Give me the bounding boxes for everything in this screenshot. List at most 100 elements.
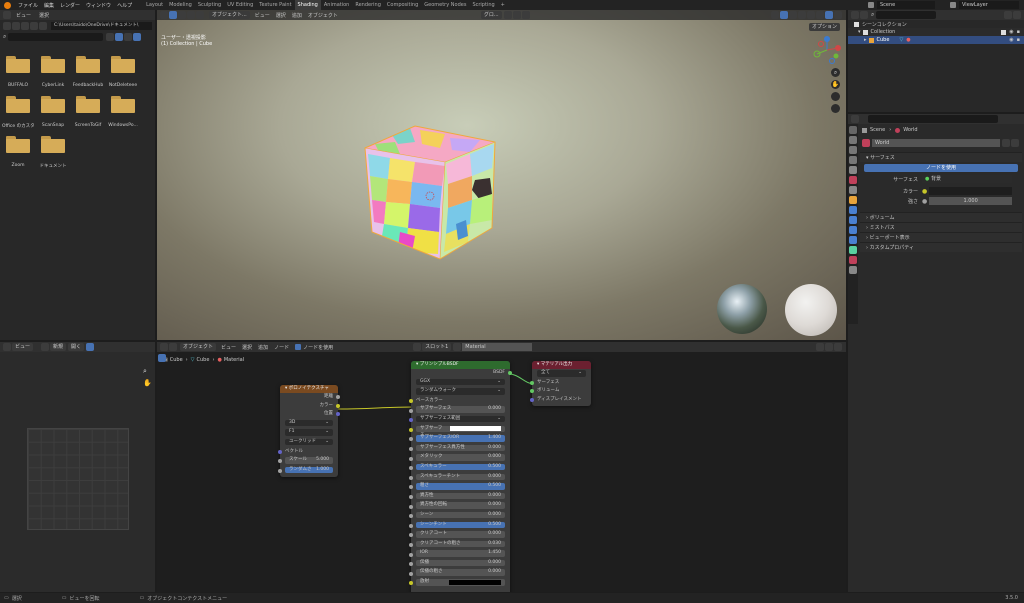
scene-tab-icon[interactable] [849,166,857,174]
editor-type-icon[interactable] [851,115,859,123]
input-socket[interactable] [530,389,534,394]
custom-properties-section-header[interactable]: › カスタムプロパティ [860,242,1022,252]
distribution-dropdown[interactable]: GGX ⌄ [416,378,505,386]
menu-select[interactable]: 選択 [35,12,53,19]
forward-arrow-icon[interactable] [12,22,20,30]
distance-metric-dropdown[interactable]: ユークリッド ⌄ [285,438,333,446]
randomness-field[interactable]: ランダムさ 1.000 [285,466,333,474]
object-mode-dropdown[interactable]: オブジェクト... [209,11,250,19]
bsdf-input-field[interactable]: シーンチント 0.500 [416,521,505,528]
file-item[interactable]: NotDeleteee [107,56,139,88]
input-socket[interactable] [409,571,413,576]
input-socket[interactable] [409,581,413,586]
bsdf-input-field[interactable]: 異方性の回転 0.000 [416,502,505,509]
outliner-search-field[interactable] [876,11,937,19]
new-image-button[interactable]: 新規 [50,343,67,351]
input-socket[interactable] [409,466,413,471]
subsurface-method-dropdown[interactable]: ランダムウォーク ⌄ [416,388,505,395]
file-item[interactable]: ScanSnap [37,96,69,128]
new-folder-icon[interactable] [39,22,47,30]
gizmo-icon[interactable] [780,11,788,19]
object-tab-icon[interactable] [849,196,857,204]
select-mode-icon[interactable] [178,11,186,19]
material-tab-icon[interactable] [849,256,857,264]
pan-hand-icon[interactable]: ✋ [831,80,840,89]
wireframe-shading-icon[interactable] [807,11,815,19]
file-item[interactable]: CyberLink [37,56,69,88]
volume-section-header[interactable]: › ボリューム [860,212,1022,222]
output-node-header[interactable]: ▾ マテリアル出力 [532,361,591,369]
path-field[interactable]: C:\Users\taido\OneDrive\ドキュメント\ [51,22,152,30]
refresh-icon[interactable] [30,22,38,30]
bsdf-input-field[interactable]: 粗さ 0.500 [416,483,505,490]
tab-uv-editing[interactable]: UV Editing [224,0,256,10]
world-datablock-icon[interactable] [862,139,870,147]
scale-field[interactable]: スケール 5.000 [285,457,333,464]
input-socket[interactable] [409,447,413,452]
object-label[interactable]: Cube [877,37,890,43]
camera-view-icon[interactable] [831,92,840,101]
texture-tab-icon[interactable] [849,266,857,274]
input-socket[interactable] [278,449,282,454]
constraints-tab-icon[interactable] [849,236,857,244]
bsdf-input-field[interactable]: シーン 0.000 [416,511,505,519]
menu-help[interactable]: ヘルプ [114,2,135,9]
bsdf-input-field[interactable]: サブサーフェス範囲 ⌄ [416,415,505,423]
zoom-icon[interactable]: ⌕ [831,68,840,77]
tab-layout[interactable]: Layout [143,0,166,10]
collection-tab-icon[interactable] [849,186,857,194]
mist-section-header[interactable]: › ミストパス [860,222,1022,232]
voronoi-node-header[interactable]: ▾ ボロノイテクスチャ [280,385,338,393]
add-workspace-button[interactable]: + [498,0,508,10]
thumbnail-view-icon[interactable] [115,33,124,41]
input-socket[interactable] [409,475,413,480]
tab-texture-paint[interactable]: Texture Paint [256,0,294,10]
tab-shading[interactable]: Shading [294,0,321,10]
view-layer-field[interactable]: ViewLayer [959,1,1019,9]
color-swatch[interactable] [450,426,501,432]
rendered-shading-icon[interactable] [834,11,842,19]
input-socket[interactable] [409,562,413,567]
bsdf-input-field[interactable]: メタリック 0.000 [416,454,505,461]
bsdf-input-field[interactable]: スペキュラー 0.500 [416,463,505,471]
properties-search-field[interactable] [868,115,998,123]
pin-icon[interactable] [86,343,95,351]
sort-icon[interactable] [124,33,133,41]
filter-search-field[interactable] [8,33,104,41]
search-icon[interactable]: ⌕ [3,33,6,41]
tab-rendering[interactable]: Rendering [352,0,384,10]
viewport-menu-add[interactable]: 追加 [289,12,305,19]
viewport-display-section-header[interactable]: › ビューポート表示 [860,232,1022,242]
tool-tab-icon[interactable] [849,126,857,134]
pivot-icon[interactable] [503,11,512,19]
file-item[interactable]: FeedbackHub [72,56,104,88]
input-socket[interactable] [530,398,534,403]
file-item[interactable]: ScreenToGif [72,96,104,128]
bsdf-input-field[interactable]: サブサーフェスIOR 1.400 [416,435,505,442]
open-image-button[interactable]: 開く [68,343,85,351]
bsdf-input-field[interactable]: IOR 1.450 [416,550,505,557]
viewport-menu-view[interactable]: ビュー [252,12,273,19]
outliner-search-icon[interactable]: ⌕ [871,11,874,19]
input-socket[interactable] [409,504,413,509]
filter-icon[interactable] [1004,11,1012,19]
scene-name-field[interactable]: Scene [877,1,935,9]
input-socket[interactable] [409,495,413,500]
parent-dir-icon[interactable] [21,22,29,30]
new-collection-icon[interactable] [1013,11,1021,19]
display-mode-icon[interactable] [860,11,868,19]
viewport-menu-select[interactable]: 選択 [273,12,289,19]
transform-orientation-dropdown[interactable]: グロ... [480,11,502,19]
file-item[interactable]: WindowsPo... [107,96,139,128]
input-socket[interactable] [409,427,413,432]
tab-modeling[interactable]: Modeling [166,0,195,10]
modifier-tab-icon[interactable] [849,206,857,214]
file-item[interactable]: BUFFALO [2,56,34,88]
bsdf-input-field[interactable]: 放射 [416,579,505,586]
back-arrow-icon[interactable] [3,22,11,30]
data-tab-icon[interactable] [849,246,857,254]
voronoi-texture-node[interactable]: ▾ ボロノイテクスチャ 距離 カラー 位置 3D ⌄ F1 ⌄ ユークリッド ⌄ ベク… [278,385,340,478]
eye-icon[interactable]: ◉ [1009,37,1013,43]
overlay-icon[interactable] [789,11,797,19]
input-socket[interactable] [530,380,534,385]
